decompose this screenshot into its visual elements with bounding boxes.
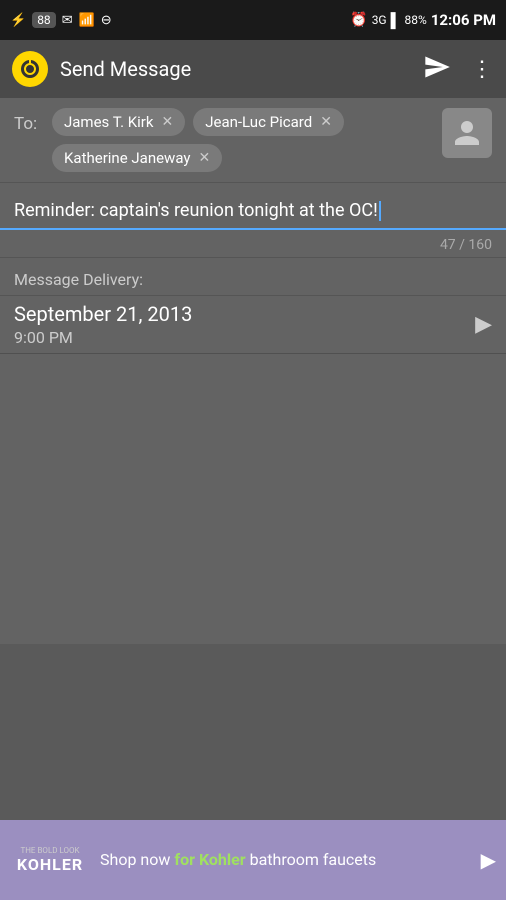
ad-arrow-icon: ▶ [481, 848, 496, 872]
signal-label: 3G [372, 13, 387, 27]
delivery-label: Message Delivery: [14, 270, 143, 289]
delivery-section: Message Delivery: [0, 258, 506, 296]
text-cursor [379, 201, 381, 221]
signal-bars-icon: ▌ [391, 12, 401, 29]
send-icon [423, 53, 451, 81]
notification-badge: 88 [32, 12, 56, 28]
email-icon: ✉ [62, 13, 73, 28]
recipients-area: James T. Kirk ✕ Jean-Luc Picard ✕ Kather… [52, 108, 432, 172]
alarm-icon: ⏰ [350, 12, 367, 28]
delivery-date-time: September 21, 2013 9:00 PM [14, 302, 192, 347]
ad-text-before: Shop now [100, 850, 174, 869]
delivery-date: September 21, 2013 [14, 302, 192, 326]
ad-logo-brand: KOHLER [17, 855, 83, 874]
char-count: 47 / 160 [440, 237, 492, 253]
ad-banner[interactable]: THE BOLD LOOK KOHLER Shop now for Kohler… [0, 820, 506, 900]
clock: 12:06 PM [431, 11, 496, 29]
recipient-name-kirk: James T. Kirk [64, 113, 154, 131]
send-button[interactable] [423, 53, 451, 86]
ad-logo: THE BOLD LOOK KOHLER [10, 846, 90, 874]
chevron-right-icon: ▶ [475, 312, 492, 337]
recipient-chip-picard[interactable]: Jean-Luc Picard ✕ [193, 108, 344, 136]
usb-icon: ⚡ [10, 13, 26, 28]
char-count-section: 47 / 160 [0, 230, 506, 258]
status-left: ⚡ 88 ✉ 📶 ⊖ [10, 12, 112, 28]
delivery-time: 9:00 PM [14, 328, 192, 347]
add-contact-button[interactable] [442, 108, 492, 158]
ad-text-highlight: for Kohler [174, 850, 245, 869]
to-section: To: James T. Kirk ✕ Jean-Luc Picard ✕ Ka… [0, 98, 506, 183]
recipient-chip-kirk[interactable]: James T. Kirk ✕ [52, 108, 185, 136]
recipient-name-janeway: Katherine Janeway [64, 149, 190, 167]
more-options-button[interactable]: ⋮ [471, 57, 494, 82]
remove-picard-button[interactable]: ✕ [320, 114, 332, 130]
app-logo [12, 51, 48, 87]
app-logo-icon [18, 57, 42, 81]
message-text: Reminder: captain's reunion tonight at t… [14, 200, 378, 221]
app-title: Send Message [60, 57, 411, 81]
message-display: Reminder: captain's reunion tonight at t… [14, 197, 492, 224]
app-bar-actions: ⋮ [423, 53, 494, 86]
recipient-chip-janeway[interactable]: Katherine Janeway ✕ [52, 144, 222, 172]
status-right: ⏰ 3G ▌ 88% 12:06 PM [350, 11, 496, 29]
empty-content-area [0, 354, 506, 644]
ad-text-after: bathroom faucets [246, 850, 377, 869]
minus-icon: ⊖ [101, 13, 112, 28]
message-section[interactable]: Reminder: captain's reunion tonight at t… [0, 183, 506, 230]
ad-text: Shop now for Kohler bathroom faucets [100, 849, 471, 871]
remove-kirk-button[interactable]: ✕ [162, 114, 174, 130]
to-label: To: [14, 108, 42, 134]
recipient-name-picard: Jean-Luc Picard [205, 113, 312, 131]
delivery-row[interactable]: September 21, 2013 9:00 PM ▶ [0, 296, 506, 354]
status-bar: ⚡ 88 ✉ 📶 ⊖ ⏰ 3G ▌ 88% 12:06 PM [0, 0, 506, 40]
app-bar: Send Message ⋮ [0, 40, 506, 98]
battery-label: 88% [405, 13, 427, 27]
remove-janeway-button[interactable]: ✕ [198, 150, 210, 166]
wifi-icon: 📶 [79, 13, 95, 28]
ad-logo-top-text: THE BOLD LOOK [20, 846, 79, 855]
person-icon [452, 118, 482, 148]
